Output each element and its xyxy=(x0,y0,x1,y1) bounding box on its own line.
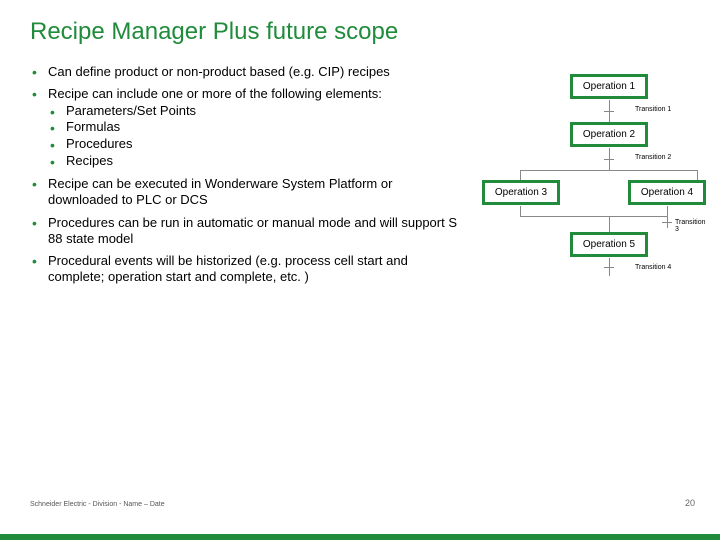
operation-box-1: Operation 1 xyxy=(570,74,648,99)
operation-label: Operation 2 xyxy=(572,124,646,145)
transition-label: Transition 3 xyxy=(675,219,710,233)
bullet-item: Procedural events will be historized (e.… xyxy=(30,253,460,286)
page-number: 20 xyxy=(685,498,695,508)
operation-box-5: Operation 5 xyxy=(570,232,648,257)
connector-line xyxy=(667,206,668,228)
operation-box-4: Operation 4 xyxy=(628,180,706,205)
connector-line xyxy=(604,159,614,160)
connector-line xyxy=(520,216,668,217)
operation-label: Operation 3 xyxy=(484,182,558,203)
operation-label: Operation 5 xyxy=(572,234,646,255)
transition-label: Transition 1 xyxy=(635,106,671,113)
operation-box-2: Operation 2 xyxy=(570,122,648,147)
bullet-list: Can define product or non-product based … xyxy=(30,64,460,292)
bullet-text: Recipe can include one or more of the fo… xyxy=(48,86,382,101)
connector-line xyxy=(520,206,521,216)
connector-line xyxy=(520,170,521,180)
sub-bullet-item: Parameters/Set Points xyxy=(48,103,460,120)
connector-line xyxy=(604,267,614,268)
content-area: Can define product or non-product based … xyxy=(0,46,720,292)
sub-bullet-item: Procedures xyxy=(48,136,460,153)
connector-line xyxy=(604,111,614,112)
page-title: Recipe Manager Plus future scope xyxy=(0,0,720,46)
transition-label: Transition 2 xyxy=(635,154,671,161)
operation-box-3: Operation 3 xyxy=(482,180,560,205)
connector-line xyxy=(697,170,698,180)
operation-label: Operation 4 xyxy=(630,182,704,203)
bullet-item: Procedures can be run in automatic or ma… xyxy=(30,215,460,248)
connector-line xyxy=(609,216,610,232)
connector-line xyxy=(520,170,698,171)
sub-bullet-item: Formulas xyxy=(48,119,460,136)
bullet-item: Recipe can be executed in Wonderware Sys… xyxy=(30,176,460,209)
sub-bullet-item: Recipes xyxy=(48,153,460,170)
transition-label: Transition 4 xyxy=(635,264,671,271)
connector-line xyxy=(662,222,672,223)
operation-label: Operation 1 xyxy=(572,76,646,97)
flowchart-diagram: Operation 1 Transition 1 Operation 2 Tra… xyxy=(460,64,710,292)
bullet-item: Recipe can include one or more of the fo… xyxy=(30,86,460,170)
footer-bar xyxy=(0,534,720,540)
bullet-item: Can define product or non-product based … xyxy=(30,64,460,80)
footer-text: Schneider Electric - Division - Name – D… xyxy=(30,501,165,508)
